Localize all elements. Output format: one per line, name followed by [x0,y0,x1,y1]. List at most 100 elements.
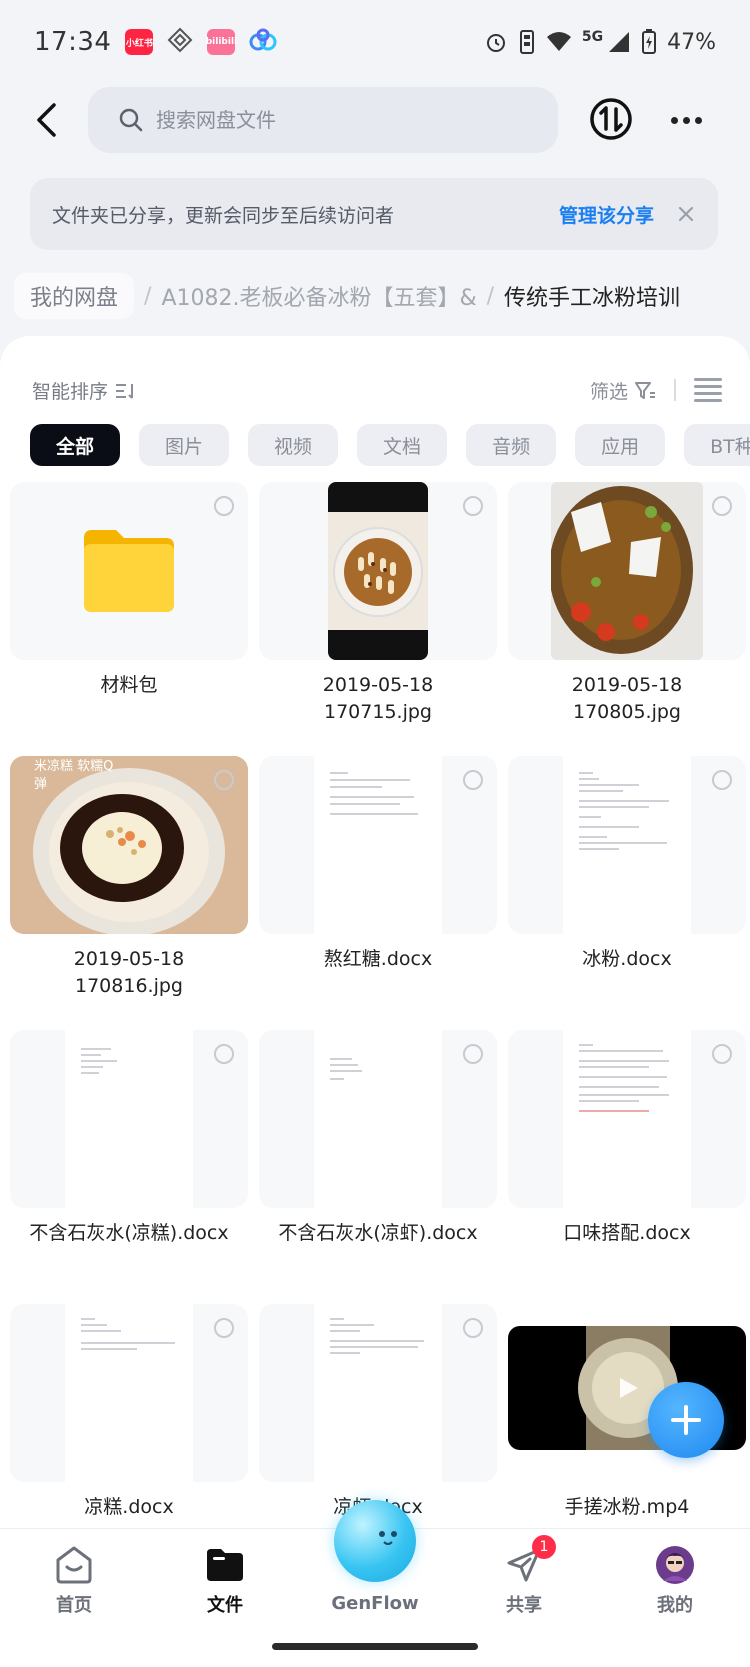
more-dot-icon [694,116,702,124]
nav-me-label: 我的 [657,1595,693,1616]
avatar-icon [653,1543,697,1587]
alarm-icon [484,30,508,54]
file-name: 2019-05-18 170715.jpg [322,674,434,723]
file-name: 冰粉.docx [582,948,672,970]
select-checkbox[interactable] [463,1318,483,1338]
select-checkbox[interactable] [214,770,234,790]
home-icon [52,1543,96,1587]
filter-chip-apps[interactable]: 应用 [575,424,666,466]
list-view-toggle[interactable] [694,378,722,402]
sort-filter-bar: 智能排序 筛选 [32,370,722,410]
signal-icon [607,30,631,54]
filter-chip-videos[interactable]: 视频 [248,424,339,466]
transfer-arrows-icon [590,98,632,140]
nav-home-label: 首页 [56,1595,92,1616]
nav-home[interactable]: 首页 [24,1543,124,1617]
file-item[interactable]: 口味搭配.docx [508,1030,746,1304]
search-icon [119,108,143,132]
toolbar-divider [674,379,676,401]
more-dot-icon [682,116,690,124]
file-item[interactable]: 不含石灰水(凉糕).docx [10,1030,248,1304]
nav-share[interactable]: 1 共享 [474,1535,574,1617]
add-button[interactable] [648,1382,724,1458]
bilibili-icon: bilibili [206,29,237,55]
genflow-icon[interactable] [334,1500,416,1582]
breadcrumb-parent[interactable]: A1082.老板必备冰粉【五套】& [161,280,476,312]
nav-me[interactable]: 我的 [625,1543,725,1617]
select-checkbox[interactable] [712,496,732,516]
back-button[interactable] [24,98,68,142]
file-thumbnail [508,482,746,660]
search-input[interactable] [156,108,496,132]
breadcrumb-separator: / [144,283,152,309]
document-thumbnail [563,756,691,934]
diamond-app-icon [167,27,193,57]
file-thumbnail [10,482,248,660]
battery-percent: 47% [667,29,716,55]
close-banner-button[interactable] [676,204,696,224]
manage-share-link[interactable]: 管理该分享 [559,201,654,228]
breadcrumb-current: 传统手工冰粉培训 [504,286,681,311]
nav-genflow[interactable]: GenFlow [325,1589,425,1614]
nav-genflow-label: GenFlow [331,1593,419,1614]
select-checkbox[interactable] [214,1318,234,1338]
nav-files[interactable]: 文件 [175,1543,275,1617]
filter-button[interactable]: 筛选 [590,377,656,404]
sort-label: 智能排序 [32,380,109,403]
file-item[interactable]: 不含石灰水(凉虾).docx [259,1030,497,1304]
filter-chip-images[interactable]: 图片 [139,424,230,466]
more-options-button[interactable] [664,98,708,142]
home-indicator[interactable] [272,1643,478,1650]
filter-chip-bt[interactable]: BT种子 [684,424,750,466]
file-thumbnail [259,482,497,660]
share-badge: 1 [532,1535,556,1559]
filter-icon [635,381,655,399]
filter-chip-audio[interactable]: 音频 [466,424,557,466]
nav-share-label: 共享 [506,1595,542,1616]
select-checkbox[interactable] [463,496,483,516]
file-name: 不含石灰水(凉虾).docx [278,1222,478,1244]
document-thumbnail [65,1030,193,1208]
transfer-button[interactable] [588,96,634,142]
sort-button[interactable]: 智能排序 [32,377,136,404]
battery-icon [641,29,657,55]
document-thumbnail [563,1030,691,1208]
folder-icon [84,530,174,612]
file-name: 凉糕.docx [84,1496,174,1518]
close-icon [678,206,694,222]
sort-icon [116,383,134,399]
select-checkbox[interactable] [712,770,732,790]
status-app-icons: 小红书 bilibili [125,27,277,57]
file-type-filters: 全部 图片 视频 文档 音频 应用 BT种子 其 [30,424,750,468]
select-checkbox[interactable] [712,1044,732,1064]
file-name: 2019-05-18 170816.jpg [73,948,185,997]
select-checkbox[interactable] [463,770,483,790]
xiaohongshu-icon: 小红书 [125,29,154,55]
breadcrumb: 我的网盘 / A1082.老板必备冰粉【五套】& / 传统手工冰粉培训 [14,272,750,320]
breadcrumb-root[interactable]: 我的网盘 [14,273,135,319]
file-name: 材料包 [100,674,158,696]
filter-label: 筛选 [589,380,628,403]
select-checkbox[interactable] [214,496,234,516]
select-checkbox[interactable] [463,1044,483,1064]
select-checkbox[interactable] [214,1044,234,1064]
file-item[interactable]: 2019-05-18 170715.jpg [259,482,497,756]
file-name: 手搓冰粉.mp4 [564,1496,690,1518]
filter-chip-docs[interactable]: 文档 [357,424,448,466]
file-thumbnail [10,1304,248,1482]
file-item[interactable]: 材料包 [10,482,248,756]
file-item[interactable]: 熬红糖.docx [259,756,497,1030]
file-name: 口味搭配.docx [563,1222,691,1244]
folder-icon [203,1543,247,1587]
share-icon: 1 [502,1535,556,1587]
filter-chip-all[interactable]: 全部 [30,424,121,466]
file-item[interactable]: 米凉糕 软糯Q弹 2019-05-18 170816.jpg [10,756,248,1030]
search-bar[interactable] [88,87,558,153]
document-thumbnail [314,1030,442,1208]
file-thumbnail [259,1304,497,1482]
file-item[interactable]: 冰粉.docx [508,756,746,1030]
file-item[interactable]: 2019-05-18 170805.jpg [508,482,746,756]
top-bar [0,84,750,156]
file-thumbnail [508,1030,746,1208]
file-thumbnail [259,1030,497,1208]
